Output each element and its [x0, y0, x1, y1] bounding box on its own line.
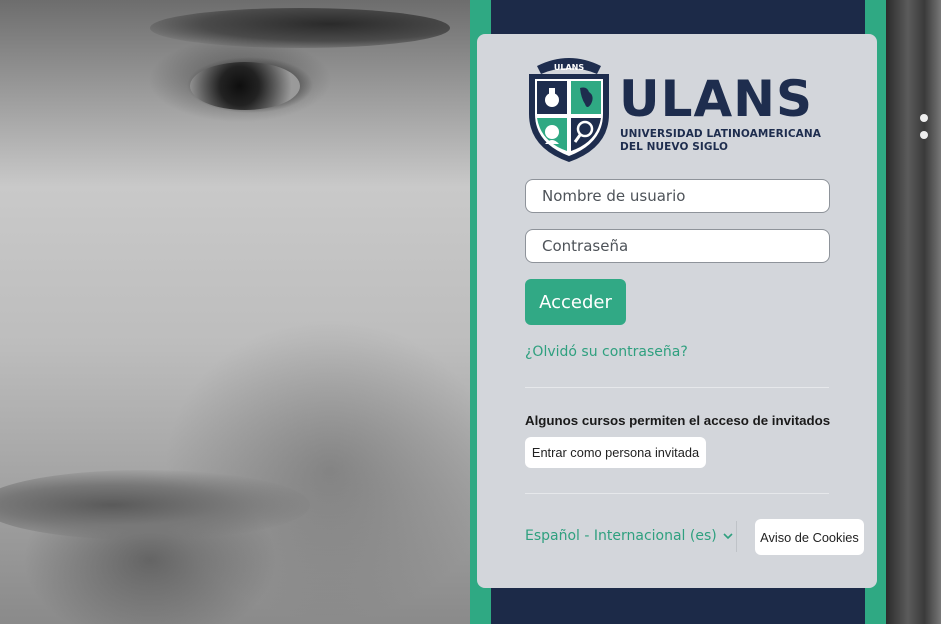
language-selected-label: Español - Internacional (es) [525, 528, 717, 544]
username-input[interactable] [525, 179, 830, 213]
shield-crest-icon: ULANS [529, 58, 609, 162]
logo-subtitle: UNIVERSIDAD LATINOAMERICANA DEL NUEVO SI… [620, 128, 821, 154]
login-card: ULANS ULANS UNIVERSIDAD LATINOAMERICANA … [477, 34, 877, 588]
guest-access-heading: Algunos cursos permiten el acceso de inv… [525, 413, 831, 428]
shield-banner-label: ULANS [554, 63, 584, 72]
cookies-notice-button[interactable]: Aviso de Cookies [755, 519, 864, 555]
photo-earring [920, 131, 928, 139]
language-selector[interactable]: Español - Internacional (es) [525, 528, 733, 544]
footer-separator [736, 521, 737, 552]
login-button[interactable]: Acceder [525, 279, 626, 325]
divider [525, 387, 829, 388]
photo-eye [190, 62, 300, 110]
photo-eyebrow [150, 8, 450, 48]
chevron-down-icon [723, 532, 733, 539]
background-photo-left [0, 0, 470, 624]
forgot-password-link[interactable]: ¿Olvidó su contraseña? [525, 344, 688, 360]
guest-login-button[interactable]: Entrar como persona invitada [525, 437, 706, 468]
password-input[interactable] [525, 229, 830, 263]
logo-subtitle-line2: DEL NUEVO SIGLO [620, 141, 729, 153]
divider [525, 493, 829, 494]
logo-wordmark: ULANS [619, 70, 814, 128]
logo-subtitle-line1: UNIVERSIDAD LATINOAMERICANA [620, 128, 821, 140]
ulans-logo: ULANS ULANS UNIVERSIDAD LATINOAMERICANA … [525, 52, 835, 164]
background-photo-right [886, 0, 941, 624]
photo-earring [920, 114, 928, 122]
photo-mouth [0, 470, 310, 540]
